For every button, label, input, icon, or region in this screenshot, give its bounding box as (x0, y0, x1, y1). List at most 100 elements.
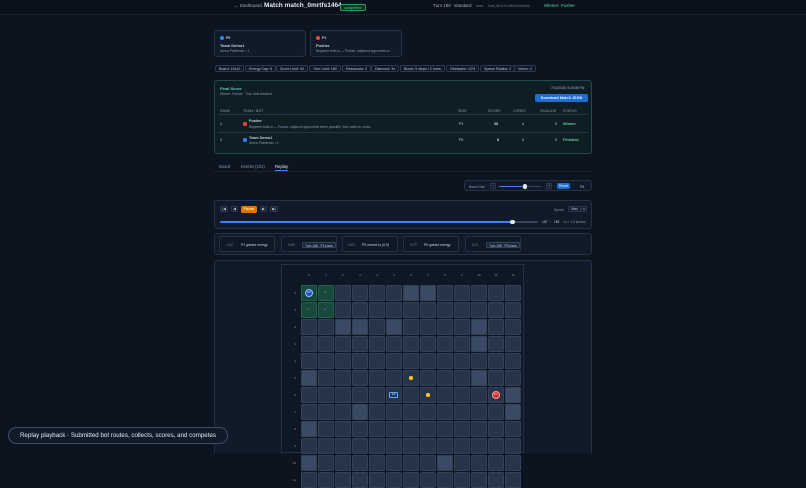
core-box-icon[interactable]: 1/2 (389, 392, 398, 398)
board-cell[interactable] (420, 302, 436, 318)
board-cell[interactable] (437, 438, 453, 454)
board-cell[interactable] (369, 455, 385, 471)
board-cell[interactable] (352, 302, 368, 318)
board-cell[interactable] (454, 336, 470, 352)
board-cell[interactable] (318, 387, 334, 403)
board-cell[interactable] (454, 438, 470, 454)
board-cell[interactable] (471, 336, 487, 352)
board-cell[interactable] (471, 302, 487, 318)
player-p0-token[interactable]: P0 (305, 289, 313, 297)
board-cell[interactable] (301, 336, 317, 352)
board-cell[interactable] (301, 438, 317, 454)
board-cell[interactable] (437, 421, 453, 437)
event-item[interactable]: t169 P0 moved to (0,9) (342, 236, 398, 252)
board-cell[interactable] (386, 455, 402, 471)
board-cell[interactable] (420, 353, 436, 369)
board-cell[interactable] (471, 404, 487, 420)
board-cell[interactable] (505, 455, 521, 471)
board-cell[interactable] (352, 353, 368, 369)
board-cell[interactable] (505, 404, 521, 420)
board-cell[interactable] (352, 404, 368, 420)
board-cell[interactable] (454, 387, 470, 403)
event-item[interactable]: t167 P1 gained energy (219, 236, 275, 252)
board-cell[interactable] (403, 438, 419, 454)
board-cell[interactable] (318, 472, 334, 488)
board-cell[interactable] (454, 353, 470, 369)
board-size-decrease-button[interactable]: − (490, 183, 496, 189)
board-cell[interactable] (386, 472, 402, 488)
replay-timeline[interactable] (220, 219, 538, 224)
player-p1-token[interactable]: P1 (492, 391, 500, 399)
board-cell[interactable] (335, 438, 351, 454)
board-cell[interactable] (471, 319, 487, 335)
board-cell[interactable] (488, 421, 504, 437)
board-cell[interactable] (318, 404, 334, 420)
board-cell[interactable] (420, 336, 436, 352)
board-cell[interactable] (335, 387, 351, 403)
board-cell[interactable] (454, 472, 470, 488)
back-to-dashboard-link[interactable]: ← Dashboard (234, 3, 262, 8)
board-cell[interactable] (301, 421, 317, 437)
board-cell[interactable] (403, 353, 419, 369)
board-cell[interactable] (488, 353, 504, 369)
board-cell[interactable] (352, 370, 368, 386)
event-item[interactable]: t168 Turn 168 · P1's turn (281, 236, 337, 252)
board-cell[interactable] (318, 438, 334, 454)
board-cell[interactable] (301, 319, 317, 335)
board-cell[interactable] (352, 455, 368, 471)
board-cell[interactable] (335, 302, 351, 318)
board-cell[interactable] (488, 302, 504, 318)
board-cell[interactable] (352, 438, 368, 454)
board-cell[interactable] (488, 370, 504, 386)
board-cell[interactable] (318, 421, 334, 437)
board-cell[interactable] (369, 404, 385, 420)
board-cell[interactable] (369, 336, 385, 352)
board-cell[interactable] (403, 455, 419, 471)
board-cell[interactable] (352, 387, 368, 403)
board-cell[interactable] (403, 472, 419, 488)
board-cell[interactable] (386, 285, 402, 301)
board-cell[interactable] (420, 319, 436, 335)
board-size-fit-button[interactable]: Fit (580, 185, 584, 189)
board-cell[interactable] (420, 421, 436, 437)
board-cell[interactable] (369, 285, 385, 301)
board-cell[interactable] (352, 319, 368, 335)
board-cell[interactable] (471, 353, 487, 369)
board-cell[interactable] (386, 302, 402, 318)
board-size-increase-button[interactable]: + (546, 183, 552, 189)
board-cell[interactable] (437, 455, 453, 471)
board-cell[interactable] (488, 438, 504, 454)
board-cell[interactable] (454, 404, 470, 420)
board-cell[interactable] (420, 472, 436, 488)
board-cell[interactable] (437, 404, 453, 420)
next-frame-button[interactable]: ▶ (260, 206, 267, 212)
event-item[interactable]: t170 P0 gained energy (403, 236, 459, 252)
board-cell[interactable] (420, 370, 436, 386)
board-cell[interactable] (505, 353, 521, 369)
board-cell[interactable] (318, 319, 334, 335)
board-cell[interactable] (420, 404, 436, 420)
board-size-slider-knob[interactable] (522, 184, 528, 189)
board-cell[interactable] (352, 336, 368, 352)
board-cell[interactable] (437, 302, 453, 318)
board-cell[interactable] (403, 285, 419, 301)
board-cell[interactable] (505, 387, 521, 403)
board-cell[interactable] (335, 319, 351, 335)
board-cell[interactable] (505, 302, 521, 318)
board-cell[interactable] (488, 404, 504, 420)
board-cell[interactable] (420, 455, 436, 471)
board-cell[interactable] (505, 285, 521, 301)
download-match-json-button[interactable]: Download Match JSON (535, 94, 588, 102)
board-cell[interactable] (352, 421, 368, 437)
board-cell[interactable] (505, 336, 521, 352)
board-cell[interactable] (386, 438, 402, 454)
board-cell[interactable] (505, 319, 521, 335)
event-item[interactable]: t171 Turn 169 · P0's turn (465, 236, 521, 252)
board-cell[interactable] (488, 472, 504, 488)
board-cell[interactable] (301, 455, 317, 471)
board-cell[interactable] (301, 472, 317, 488)
board-cell[interactable] (335, 336, 351, 352)
board-cell[interactable] (369, 387, 385, 403)
board-cell[interactable] (301, 404, 317, 420)
board-cell[interactable] (386, 370, 402, 386)
